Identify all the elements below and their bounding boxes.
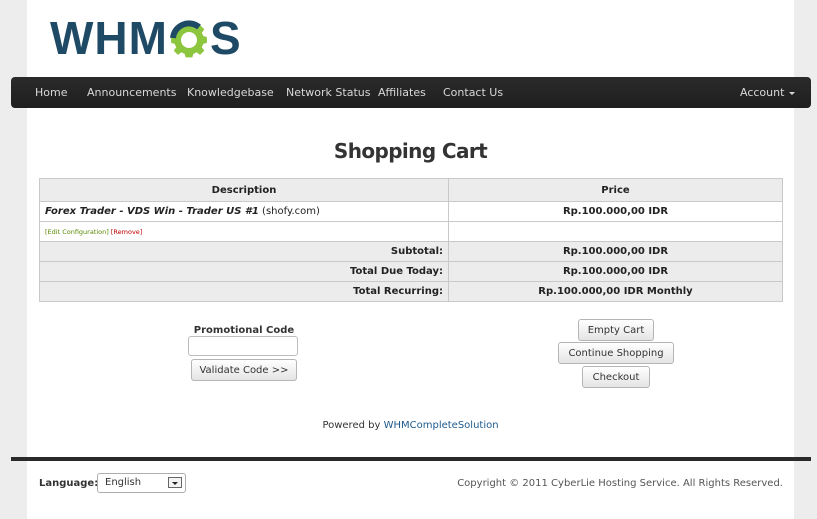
- empty-cart-button[interactable]: Empty Cart: [578, 319, 654, 341]
- total-recurring-value: Rp.100.000,00 IDR Monthly: [448, 281, 783, 302]
- gear-icon: [169, 20, 207, 58]
- promo-code-label: Promotional Code: [193, 325, 295, 336]
- dropdown-arrow-icon: [168, 477, 182, 488]
- nav-knowledgebase[interactable]: Knowledgebase: [187, 77, 274, 108]
- nav-announcements[interactable]: Announcements: [87, 77, 176, 108]
- whmcs-link[interactable]: WHMCompleteSolution: [384, 420, 499, 431]
- cart-item-price: Rp.100.000,00 IDR: [448, 201, 783, 222]
- main-navbar: Home Announcements Knowledgebase Network…: [11, 77, 811, 108]
- nav-network-status[interactable]: Network Status: [286, 77, 370, 108]
- total-due-today-label: Total Due Today:: [39, 261, 449, 282]
- remove-item-link[interactable]: [Remove]: [111, 228, 142, 236]
- cart-header-row: Description Price: [39, 178, 783, 202]
- promo-code-input[interactable]: [188, 336, 298, 356]
- nav-account-label: Account: [740, 86, 785, 99]
- copyright-text: Copyright © 2011 CyberLie Hosting Servic…: [457, 478, 783, 489]
- validate-code-button[interactable]: Validate Code >>: [191, 359, 297, 381]
- whmcs-logo[interactable]: WHM S: [50, 14, 242, 62]
- cart-item-actions-row: [Edit Configuration] [Remove]: [39, 221, 783, 242]
- caret-down-icon: [789, 91, 796, 95]
- language-label: Language:: [39, 478, 99, 489]
- logo-text-left: WHM: [50, 12, 168, 64]
- powered-by-prefix: Powered by: [322, 420, 381, 431]
- language-select[interactable]: English: [97, 473, 186, 493]
- cart-item-row: Forex Trader - VDS Win - Trader US #1 (s…: [39, 201, 783, 222]
- checkout-button[interactable]: Checkout: [582, 366, 650, 388]
- subtotal-label: Subtotal:: [39, 241, 449, 262]
- description-header: Description: [39, 178, 449, 202]
- price-header: Price: [448, 178, 783, 202]
- footer-divider: [11, 457, 811, 461]
- product-name: Forex Trader - VDS Win - Trader US #1: [45, 206, 259, 217]
- nav-account-dropdown[interactable]: Account: [740, 77, 796, 108]
- subtotal-row: Subtotal: Rp.100.000,00 IDR: [39, 241, 783, 262]
- total-due-today-value: Rp.100.000,00 IDR: [448, 261, 783, 282]
- continue-shopping-button[interactable]: Continue Shopping: [558, 342, 674, 364]
- edit-configuration-link[interactable]: [Edit Configuration]: [45, 228, 109, 236]
- nav-home[interactable]: Home: [35, 77, 67, 108]
- total-due-today-row: Total Due Today: Rp.100.000,00 IDR: [39, 261, 783, 282]
- subtotal-value: Rp.100.000,00 IDR: [448, 241, 783, 262]
- page-title: Shopping Cart: [333, 139, 488, 163]
- empty-cell: [448, 221, 783, 242]
- cart-item-actions: [Edit Configuration] [Remove]: [39, 221, 449, 242]
- powered-by: Powered by WHMCompleteSolution: [27, 420, 794, 431]
- nav-affiliates[interactable]: Affiliates: [378, 77, 426, 108]
- total-recurring-label: Total Recurring:: [39, 281, 449, 302]
- product-domain: (shofy.com): [262, 206, 320, 217]
- cart-item-description: Forex Trader - VDS Win - Trader US #1 (s…: [39, 201, 449, 222]
- total-recurring-row: Total Recurring: Rp.100.000,00 IDR Month…: [39, 281, 783, 302]
- nav-contact-us[interactable]: Contact Us: [443, 77, 503, 108]
- cart-table: Description Price Forex Trader - VDS Win…: [39, 178, 783, 302]
- language-selected-value: English: [105, 477, 142, 488]
- logo-text-right: S: [209, 12, 242, 64]
